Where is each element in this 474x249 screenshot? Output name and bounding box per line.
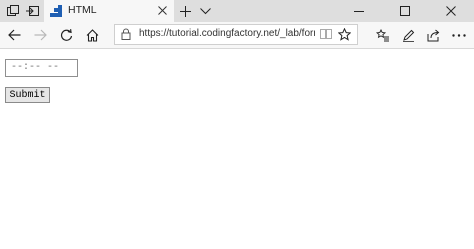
minimize-icon[interactable]: [336, 0, 382, 22]
close-tab-icon[interactable]: [155, 3, 169, 17]
browser-toolbar: https://tutorial.codingfactory.net/_lab/…: [0, 22, 474, 49]
lock-icon[interactable]: [121, 28, 131, 40]
close-window-icon[interactable]: [428, 0, 474, 22]
pen-icon[interactable]: [399, 26, 417, 44]
title-bar: HTML: [0, 0, 474, 22]
home-icon[interactable]: [83, 26, 101, 44]
time-input[interactable]: --:-- --: [5, 59, 78, 77]
tab-list-chevron-down-icon[interactable]: [198, 4, 212, 18]
set-aside-tabs-icon[interactable]: [25, 4, 39, 18]
back-arrow-icon[interactable]: [5, 26, 23, 44]
share-icon[interactable]: [424, 26, 442, 44]
url-text[interactable]: https://tutorial.codingfactory.net/_lab/…: [139, 28, 315, 39]
submit-button[interactable]: Submit: [5, 87, 50, 103]
browser-tab[interactable]: HTML: [44, 0, 174, 22]
maximize-icon[interactable]: [382, 0, 428, 22]
page-content: --:-- -- Submit: [0, 49, 474, 249]
favorite-star-icon[interactable]: [338, 28, 351, 41]
favorites-hub-icon[interactable]: [374, 26, 392, 44]
favicon-icon: [50, 5, 62, 17]
more-options-icon[interactable]: [450, 26, 468, 44]
new-tab-icon[interactable]: [178, 4, 192, 18]
reading-view-icon[interactable]: [320, 29, 332, 39]
tab-actions-icon[interactable]: [6, 4, 20, 18]
forward-arrow-icon: [31, 26, 49, 44]
refresh-icon[interactable]: [57, 26, 75, 44]
address-bar[interactable]: https://tutorial.codingfactory.net/_lab/…: [114, 24, 358, 45]
tab-title: HTML: [68, 4, 97, 16]
